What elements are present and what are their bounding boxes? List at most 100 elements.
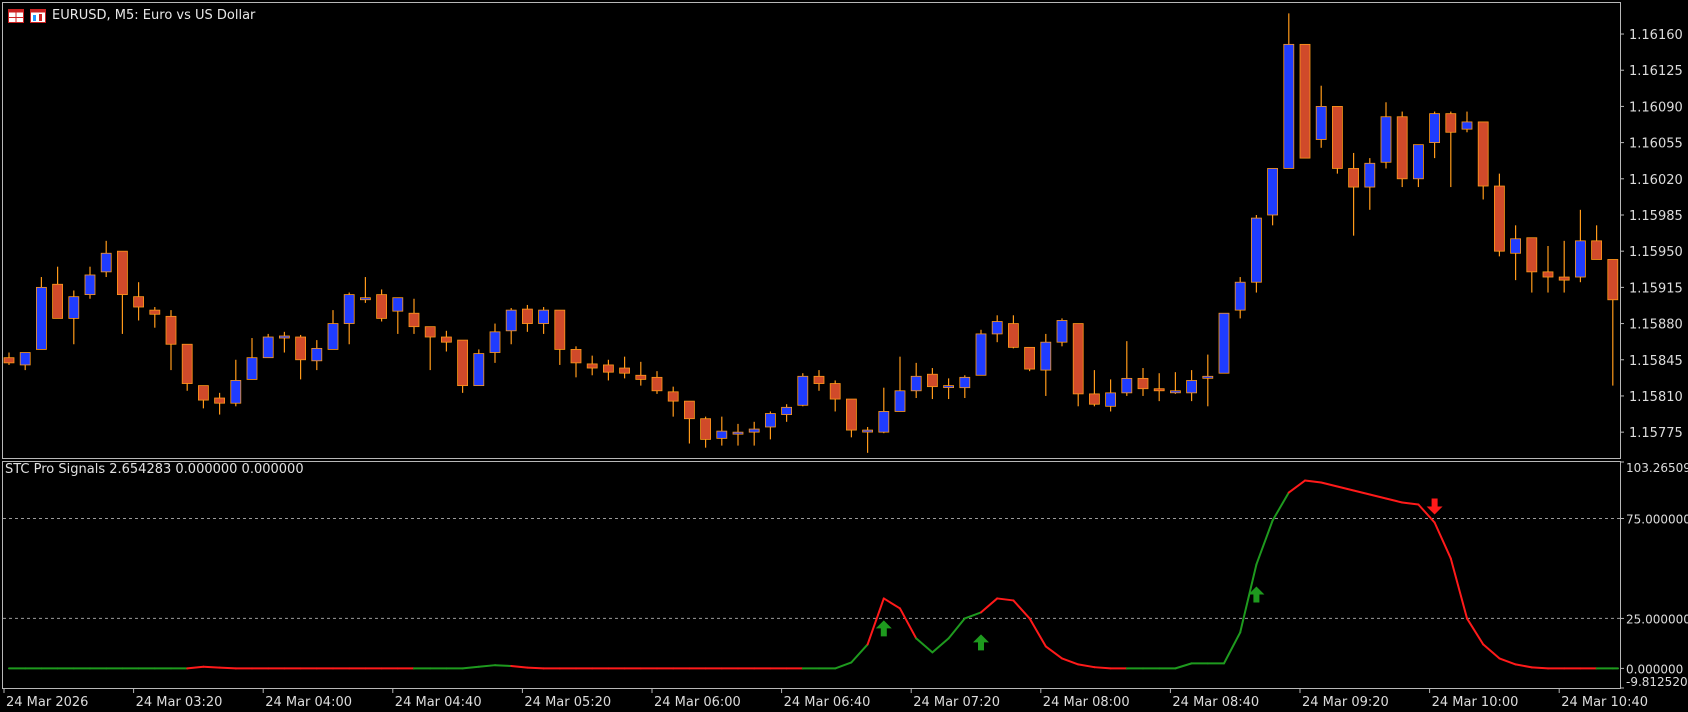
bear-candle — [1526, 237, 1538, 273]
bear-candle — [846, 398, 857, 431]
stc-segment — [1028, 617, 1047, 648]
bear-candle — [1396, 116, 1408, 180]
stc-segment — [1077, 663, 1096, 669]
price-tick-label: 1.16055 — [1629, 137, 1683, 152]
bear-candle — [700, 418, 711, 440]
time-tick-label: 24 Mar 2026 — [6, 695, 88, 710]
chart-grid-icon[interactable] — [8, 8, 24, 23]
bull-candle — [1380, 116, 1392, 163]
bull-candle — [36, 286, 47, 350]
bull-candle — [1040, 341, 1052, 371]
stc-segment — [202, 665, 221, 669]
bull-candle — [862, 429, 873, 433]
bear-candle — [619, 367, 630, 374]
bear-candle — [1607, 259, 1619, 301]
bull-candle — [84, 274, 96, 296]
stc-segment — [494, 664, 513, 667]
time-tick-label: 24 Mar 10:40 — [1561, 695, 1648, 710]
bull-candle — [1218, 312, 1230, 374]
chart-title-bar: EURUSD, M5: Euro vs US Dollar — [8, 8, 255, 23]
time-tick-label: 24 Mar 08:00 — [1043, 695, 1130, 710]
indicator-axis: 103.26509275.00000025.0000000.000000-9.8… — [3, 461, 1688, 689]
stc-segment — [461, 665, 480, 670]
bear-candle — [1332, 106, 1343, 169]
stc-segment — [1012, 599, 1031, 620]
price-axis: 1.16160 1.16125 1.16090 1.16055 1.16020 1.159… — [1620, 28, 1683, 441]
bull-candle — [1510, 238, 1521, 254]
stc-segment — [1061, 657, 1080, 666]
bear-candle — [667, 391, 679, 402]
signal-arrows — [875, 498, 1443, 651]
bear-candle — [1542, 271, 1554, 278]
bull-candle — [943, 385, 954, 389]
bear-candle — [635, 374, 647, 380]
stc-segment — [1449, 557, 1468, 620]
bull-candle — [1202, 375, 1214, 379]
time-tick-label: 24 Mar 08:40 — [1172, 695, 1259, 710]
bull-candle — [343, 294, 355, 324]
bear-candle — [554, 309, 566, 350]
bear-candle — [1153, 388, 1165, 392]
bull-candle — [1315, 106, 1327, 140]
stc-segment — [1174, 662, 1193, 670]
stc-segment — [1482, 643, 1501, 660]
bear-candle — [1299, 43, 1311, 159]
indicator-tick-label: -9.812520 — [1626, 675, 1688, 689]
bull-candle — [473, 353, 485, 387]
bull-candle — [878, 411, 890, 433]
stc-segment — [1255, 519, 1274, 566]
price-tick-label: 1.15880 — [1629, 318, 1683, 333]
bull-candle — [1234, 281, 1246, 311]
time-axis: 24 Mar 2026 24 Mar 03:20 24 Mar 04:00 24 Ma… — [3, 688, 1648, 710]
chart-window-icon[interactable] — [30, 8, 46, 23]
bear-candle — [457, 339, 469, 387]
stc-segment — [1514, 663, 1533, 669]
stc-segment — [477, 664, 496, 668]
bear-candle — [1494, 185, 1505, 252]
indicator-tick-label: 103.265092 — [1626, 461, 1688, 475]
bull-candle — [311, 347, 323, 362]
bear-candle — [197, 385, 209, 401]
stc-segment — [996, 597, 1015, 602]
bear-candle — [829, 383, 841, 400]
bull-candle — [1413, 144, 1424, 180]
stc-segment — [526, 666, 545, 670]
price-tick-label: 1.15810 — [1629, 390, 1683, 405]
stc-segment — [1498, 657, 1517, 666]
stc-segment — [915, 637, 934, 654]
price-tick-label: 1.16090 — [1629, 100, 1683, 115]
time-tick-label: 24 Mar 06:40 — [784, 695, 871, 710]
bear-candle — [440, 336, 452, 343]
bear-candle — [813, 375, 825, 384]
bull-candle — [278, 335, 290, 339]
bull-candle — [1105, 392, 1116, 407]
bull-candle — [894, 390, 906, 412]
time-tick-label: 24 Mar 06:00 — [654, 695, 741, 710]
price-tick-label: 1.15950 — [1629, 245, 1683, 260]
time-tick-label: 24 Mar 04:00 — [265, 695, 352, 710]
stc-segment — [931, 637, 950, 654]
price-tick-label: 1.16125 — [1629, 64, 1683, 79]
candlestick-series — [3, 13, 1619, 453]
bull-candle — [716, 430, 728, 439]
bull-candle — [797, 375, 809, 406]
bull-candle — [230, 380, 242, 404]
bear-candle — [1024, 346, 1035, 370]
time-tick-label: 24 Mar 10:00 — [1432, 695, 1519, 710]
price-tick-label: 1.15915 — [1629, 281, 1683, 296]
stc-segment — [1336, 485, 1355, 492]
sell-arrow-icon — [1426, 498, 1443, 515]
stc-segment — [1466, 617, 1485, 646]
price-tick-label: 1.15985 — [1629, 209, 1683, 224]
time-tick-label: 24 Mar 04:40 — [395, 695, 482, 710]
bear-candle — [1348, 168, 1359, 188]
stc-segment — [186, 665, 205, 670]
bull-candle — [489, 331, 501, 353]
indicator-tick-label: 75.000000 — [1626, 512, 1688, 526]
stc-segment — [980, 597, 999, 614]
bull-candle — [246, 357, 258, 380]
bull-candle — [19, 352, 31, 366]
bear-candle — [586, 363, 598, 369]
bear-candle — [1089, 393, 1100, 405]
buy-arrow-icon — [973, 634, 989, 651]
